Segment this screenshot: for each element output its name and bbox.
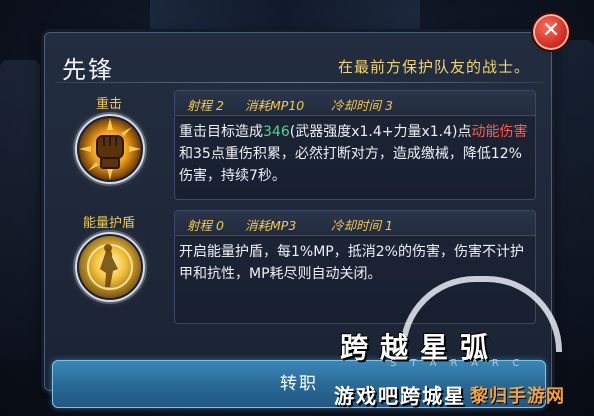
- class-subtitle: 在最前方保护队友的战士。: [337, 58, 530, 76]
- background-left-menu: [0, 60, 40, 360]
- skill-stats-row: 射程 2 消耗MP10 冷却时间 3: [175, 91, 535, 116]
- skill-icon-heavy-strike[interactable]: [75, 114, 145, 184]
- fist-icon: [79, 118, 141, 180]
- watermark-site: 游戏吧跨城星: [334, 384, 466, 408]
- skill-description: 重击目标造成346(武器强度x1.4+力量x1.4)点动能伤害和35点重伤积累，…: [179, 124, 528, 184]
- watermark-brand-en: STARARC: [390, 358, 534, 369]
- close-icon: ✕: [541, 18, 561, 43]
- mp-cost-stat: 消耗MP3: [245, 218, 297, 233]
- skill-name-heavy-strike: 重击: [95, 97, 122, 112]
- skill-icon-energy-shield[interactable]: [75, 232, 145, 302]
- title-divider: [55, 82, 543, 83]
- skill-name-energy-shield: 能量护盾: [82, 216, 135, 231]
- range-stat: 射程 0: [187, 218, 224, 233]
- skill-stats-row: 射程 0 消耗MP3 冷却时间 1: [175, 211, 535, 236]
- cooldown-stat: 冷却时间 1: [331, 218, 393, 233]
- background-right-menu: [546, 40, 594, 360]
- energy-shield-icon: [79, 236, 141, 298]
- close-button[interactable]: ✕: [531, 12, 571, 52]
- background-top-banner: [150, 0, 420, 36]
- mp-cost-stat: 消耗MP10: [245, 98, 305, 113]
- range-stat: 射程 2: [187, 98, 224, 113]
- class-title: 先锋: [62, 56, 114, 84]
- skill-card-heavy-strike: 射程 2 消耗MP10 冷却时间 3 重击目标造成346(武器强度x1.4+力量…: [174, 90, 536, 200]
- cooldown-stat: 冷却时间 3: [331, 98, 393, 113]
- watermark-site2: 黎归手游网: [470, 386, 565, 407]
